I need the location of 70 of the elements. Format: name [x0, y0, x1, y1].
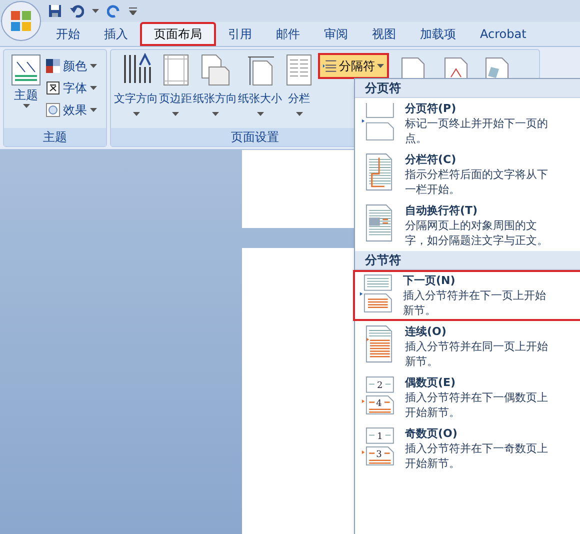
menu-item[interactable]: 分栏符(C) 指示分栏符后面的文字将从下一栏开始。	[355, 149, 580, 200]
ribbon-tab[interactable]: 插入	[92, 22, 140, 46]
menu-item-title: 偶数页(E)	[405, 375, 457, 390]
effects-icon	[46, 103, 60, 117]
color-swatch-icon	[46, 59, 60, 73]
ribbon-tab[interactable]: 引用	[216, 22, 264, 46]
orientation-icon	[199, 53, 231, 87]
page-number: 2	[377, 380, 383, 391]
customize-toolbar-icon[interactable]	[129, 7, 137, 15]
caret-icon	[212, 112, 218, 116]
ribbon-tab[interactable]: Acrobat	[468, 22, 538, 46]
menu-item-description: 插入分节符并在下一偶数页上开始新节。	[405, 390, 549, 420]
caret-icon	[92, 9, 99, 13]
menu-item[interactable]: 1 3 奇数页(O) 插入分节符并在下一奇数页上开始新节。	[355, 423, 580, 474]
page-setup-button[interactable]: 页边距	[159, 53, 192, 125]
menu-item-description: 指示分栏符后面的文字将从下一栏开始。	[405, 167, 549, 197]
ribbon-tab[interactable]: 邮件	[264, 22, 312, 46]
ribbon-tab[interactable]: 审阅	[312, 22, 360, 46]
page-setup-button[interactable]: 纸张方向	[193, 53, 237, 125]
ribbon-tab[interactable]: 加载项	[408, 22, 468, 46]
ribbon-tab[interactable]: 视图	[360, 22, 408, 46]
menu-item-title: 分栏符(C)	[405, 152, 458, 167]
menu-item-description: 插入分节符并在同一页上开始新节。	[405, 339, 549, 369]
page-number: 4	[376, 398, 382, 409]
menu-item-title: 奇数页(O)	[405, 426, 458, 441]
menu-item-description: 分隔网页上的对象周围的文字，如分隔题注文字与正文。	[405, 218, 549, 248]
caret-icon	[296, 112, 302, 116]
menu-section-header: 分节符	[355, 251, 580, 270]
group-label: 主题	[4, 128, 106, 146]
breaks-icon	[323, 59, 337, 73]
redo-icon[interactable]	[107, 4, 121, 18]
menu-item[interactable]: 下一页(N) 插入分节符并在下一页上开始新节。	[353, 270, 580, 321]
themes-button[interactable]: 主题	[8, 54, 44, 124]
menu-section-header: 分页符	[355, 79, 580, 98]
menu-item-description: 插入分节符并在下一奇数页上开始新节。	[405, 441, 549, 471]
themes-icon	[11, 54, 41, 86]
theme-option-button[interactable]: 颜色	[46, 56, 97, 76]
menu-item[interactable]: 2 4 偶数页(E) 插入分节符并在下一偶数页上开始新节。	[355, 372, 580, 423]
menu-item-title: 分页符(P)	[405, 101, 458, 116]
menu-item-title: 自动换行符(T)	[405, 203, 479, 218]
office-logo-icon	[10, 10, 32, 32]
next-page-icon	[359, 273, 395, 313]
caret-icon	[256, 112, 264, 116]
caret-icon	[22, 104, 30, 108]
office-button[interactable]	[1, 1, 41, 41]
font-icon	[46, 81, 60, 95]
menu-item[interactable]: 连续(O) 插入分节符并在同一页上开始新节。	[355, 321, 580, 372]
menu-item-title: 连续(O)	[405, 324, 448, 339]
page-setup-button[interactable]: 纸张大小	[238, 53, 282, 125]
page-number: 1	[377, 432, 383, 442]
caret-icon	[132, 112, 140, 116]
page-break-icon	[361, 101, 397, 141]
undo-icon[interactable]	[70, 4, 84, 18]
caret-icon	[377, 64, 384, 68]
theme-option-button[interactable]: 效果	[46, 100, 97, 120]
menu-item-description: 插入分节符并在下一页上开始新节。	[403, 288, 547, 318]
theme-option-button[interactable]: 字体	[46, 78, 97, 98]
save-icon[interactable]	[48, 4, 62, 18]
breaks-button[interactable]: 分隔符	[318, 53, 389, 79]
caret-icon	[90, 108, 97, 112]
page-number: 3	[376, 450, 382, 460]
page-setup-button[interactable]: 分栏	[283, 53, 315, 125]
caret-icon	[90, 86, 97, 90]
caret-icon	[90, 64, 97, 68]
caret-icon	[172, 112, 179, 116]
menu-item[interactable]: 自动换行符(T) 分隔网页上的对象周围的文字，如分隔题注文字与正文。	[355, 200, 580, 251]
menu-item-title: 下一页(N)	[403, 273, 456, 288]
ribbon-tab[interactable]: 开始	[44, 22, 92, 46]
ribbon-tab[interactable]: 页面布局	[140, 22, 216, 46]
page-setup-button[interactable]: 文字方向	[114, 53, 158, 125]
